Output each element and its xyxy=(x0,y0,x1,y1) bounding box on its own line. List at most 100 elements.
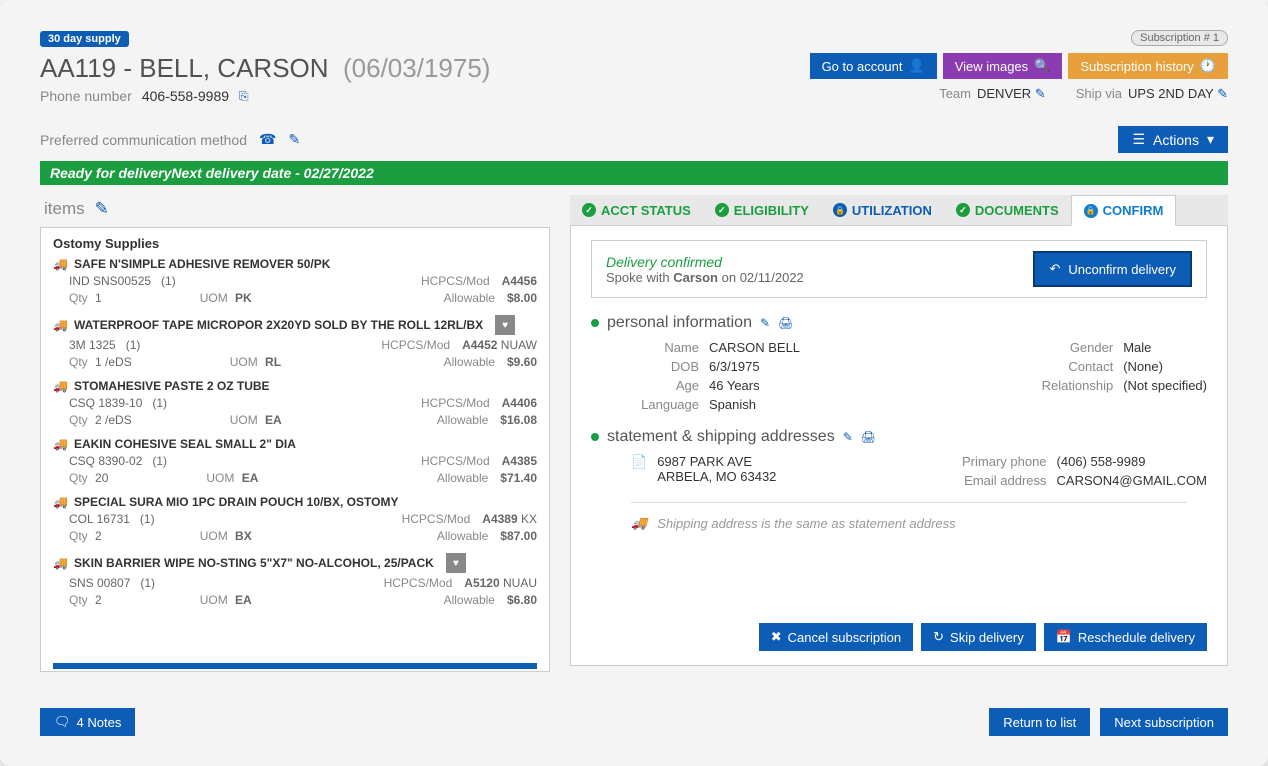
uom-value: BX xyxy=(235,529,252,543)
allowable-label: Allowable xyxy=(444,593,495,607)
ship-via-label: Ship via xyxy=(1076,86,1122,101)
allowable-label: Allowable xyxy=(437,529,488,543)
team-label: Team xyxy=(939,86,971,101)
uom-value: PK xyxy=(235,291,252,305)
undo-icon: ↶ xyxy=(1049,261,1060,277)
actions-menu-button[interactable]: ☰ Actions ▾ xyxy=(1118,126,1228,153)
chevron-down-icon: ▾ xyxy=(1207,131,1214,148)
ship-via-value: UPS 2ND DAY xyxy=(1128,86,1214,101)
lock-icon xyxy=(833,203,847,217)
scrollbar[interactable] xyxy=(53,663,537,669)
allowable-value: $6.80 xyxy=(507,593,537,607)
item-name: STOMAHESIVE PASTE 2 OZ TUBE xyxy=(74,379,270,393)
allowable-value: $8.00 xyxy=(507,291,537,305)
edit-personal-icon[interactable]: ✎ xyxy=(760,316,770,330)
skip-delivery-button[interactable]: ↻Skip delivery xyxy=(921,623,1036,651)
tab-utilization[interactable]: UTILIZATION xyxy=(821,195,944,225)
address-title: statement & shipping addresses xyxy=(607,428,835,446)
x-icon: ✖ xyxy=(771,629,782,645)
subscription-number-badge[interactable]: Subscription # 1 xyxy=(1131,30,1228,46)
notes-button[interactable]: 🗨4 Notes xyxy=(40,708,135,736)
favorite-icon[interactable]: ♥ xyxy=(446,553,466,573)
contact-label: Contact xyxy=(1025,359,1113,374)
cancel-subscription-button[interactable]: ✖Cancel subscription xyxy=(759,623,913,651)
email-label: Email address xyxy=(947,473,1047,488)
dob-value: 6/3/1975 xyxy=(709,359,760,374)
tab-eligibility[interactable]: ELIGIBILITY xyxy=(703,195,821,225)
next-subscription-button[interactable]: Next subscription xyxy=(1100,708,1228,736)
check-icon xyxy=(582,203,596,217)
uom-value: RL xyxy=(265,355,281,369)
tab-confirm[interactable]: CONFIRM xyxy=(1071,195,1177,226)
hcpcs-value: A4406 xyxy=(502,396,537,410)
gender-value: Male xyxy=(1123,340,1151,355)
hcpcs-label: HCPCS/Mod xyxy=(421,274,490,288)
next-delivery-date: Next delivery date - 02/27/2022 xyxy=(171,165,1218,181)
edit-pref-icon[interactable]: ✎ xyxy=(288,131,300,148)
return-to-list-button[interactable]: Return to list xyxy=(989,708,1090,736)
qty-value: 2 xyxy=(95,593,102,607)
supply-badge: 30 day supply xyxy=(40,31,129,47)
copy-icon[interactable]: ⎘ xyxy=(239,89,249,104)
list-item: 🚚 STOMAHESIVE PASTE 2 OZ TUBE CSQ 1839-10… xyxy=(53,379,537,427)
phone-icon[interactable]: ☎ xyxy=(259,131,276,148)
status-dot-icon xyxy=(591,433,599,441)
dob-label: DOB xyxy=(611,359,699,374)
items-list: Ostomy Supplies 🚚SAFE N'SIMPLE ADHESIVE … xyxy=(40,227,550,672)
uom-value: EA xyxy=(235,593,252,607)
item-code: CSQ 1839-10 (1) xyxy=(69,396,167,410)
edit-team-icon[interactable]: ✎ xyxy=(1035,86,1046,101)
item-code: 3M 1325 (1) xyxy=(69,338,140,352)
status-dot-icon xyxy=(591,319,599,327)
tab-documents[interactable]: DOCUMENTS xyxy=(944,195,1071,225)
note-icon: 🗨 xyxy=(54,714,71,730)
item-code: COL 16731 (1) xyxy=(69,512,155,526)
calendar-icon: 📅 xyxy=(1056,629,1072,645)
reschedule-delivery-button[interactable]: 📅Reschedule delivery xyxy=(1044,623,1207,651)
phone-value: 406-558-9989 xyxy=(142,88,229,104)
item-name: EAKIN COHESIVE SEAL SMALL 2" DIA xyxy=(74,437,296,451)
allowable-label: Allowable xyxy=(444,291,495,305)
name-value: CARSON BELL xyxy=(709,340,800,355)
user-icon: 👤 xyxy=(909,58,925,74)
item-name: SAFE N'SIMPLE ADHESIVE REMOVER 50/PK xyxy=(74,257,330,271)
hcpcs-value: A4452 NUAW xyxy=(462,338,537,352)
item-name: SKIN BARRIER WIPE NO-STING 5"X7" NO-ALCO… xyxy=(74,556,434,570)
allowable-label: Allowable xyxy=(444,355,495,369)
unconfirm-delivery-button[interactable]: ↶Unconfirm delivery xyxy=(1033,251,1192,287)
relationship-value: (Not specified) xyxy=(1123,378,1207,393)
truck-icon: 🚚 xyxy=(53,495,68,509)
go-to-account-button[interactable]: Go to account 👤 xyxy=(810,53,937,79)
edit-address-icon[interactable]: ✎ xyxy=(843,430,853,444)
edit-items-icon[interactable]: ✎ xyxy=(95,199,109,219)
edit-ship-icon[interactable]: ✎ xyxy=(1217,86,1228,101)
hcpcs-label: HCPCS/Mod xyxy=(402,512,471,526)
truck-icon: 🚚 xyxy=(53,556,68,570)
truck-icon: 🚚 xyxy=(631,515,647,531)
search-icon: 🔍 xyxy=(1034,58,1050,74)
language-label: Language xyxy=(611,397,699,412)
spoke-with-msg: Spoke with Carson on 02/11/2022 xyxy=(606,270,804,285)
hcpcs-value: A4456 xyxy=(502,274,537,288)
qty-value: 2 xyxy=(95,529,102,543)
list-item: 🚚SAFE N'SIMPLE ADHESIVE REMOVER 50/PK IN… xyxy=(53,257,537,305)
primary-phone-label: Primary phone xyxy=(947,454,1047,469)
age-label: Age xyxy=(611,378,699,393)
confirm-box: Delivery confirmed Spoke with Carson on … xyxy=(591,240,1207,298)
favorite-icon[interactable]: ♥ xyxy=(495,315,515,335)
clock-icon: 🕐 xyxy=(1200,58,1216,74)
tab-acct-status[interactable]: ACCT STATUS xyxy=(570,195,703,225)
view-images-button[interactable]: View images 🔍 xyxy=(943,53,1063,79)
list-item: 🚚SPECIAL SURA MIO 1PC DRAIN POUCH 10/BX,… xyxy=(53,495,537,543)
truck-icon: 🚚 xyxy=(53,257,68,271)
gender-label: Gender xyxy=(1025,340,1113,355)
subscription-history-button[interactable]: Subscription history 🕐 xyxy=(1068,53,1228,79)
print-personal-icon[interactable]: 🖨 xyxy=(778,316,793,330)
truck-icon: 🚚 xyxy=(53,379,68,393)
allowable-value: $16.08 xyxy=(500,413,537,427)
team-value: DENVER xyxy=(977,86,1031,101)
allowable-label: Allowable xyxy=(437,471,488,485)
print-address-icon[interactable]: 🖨 xyxy=(861,430,876,444)
hcpcs-value: A5120 NUAU xyxy=(464,576,537,590)
qty-value: 1 /eDS xyxy=(95,355,132,369)
